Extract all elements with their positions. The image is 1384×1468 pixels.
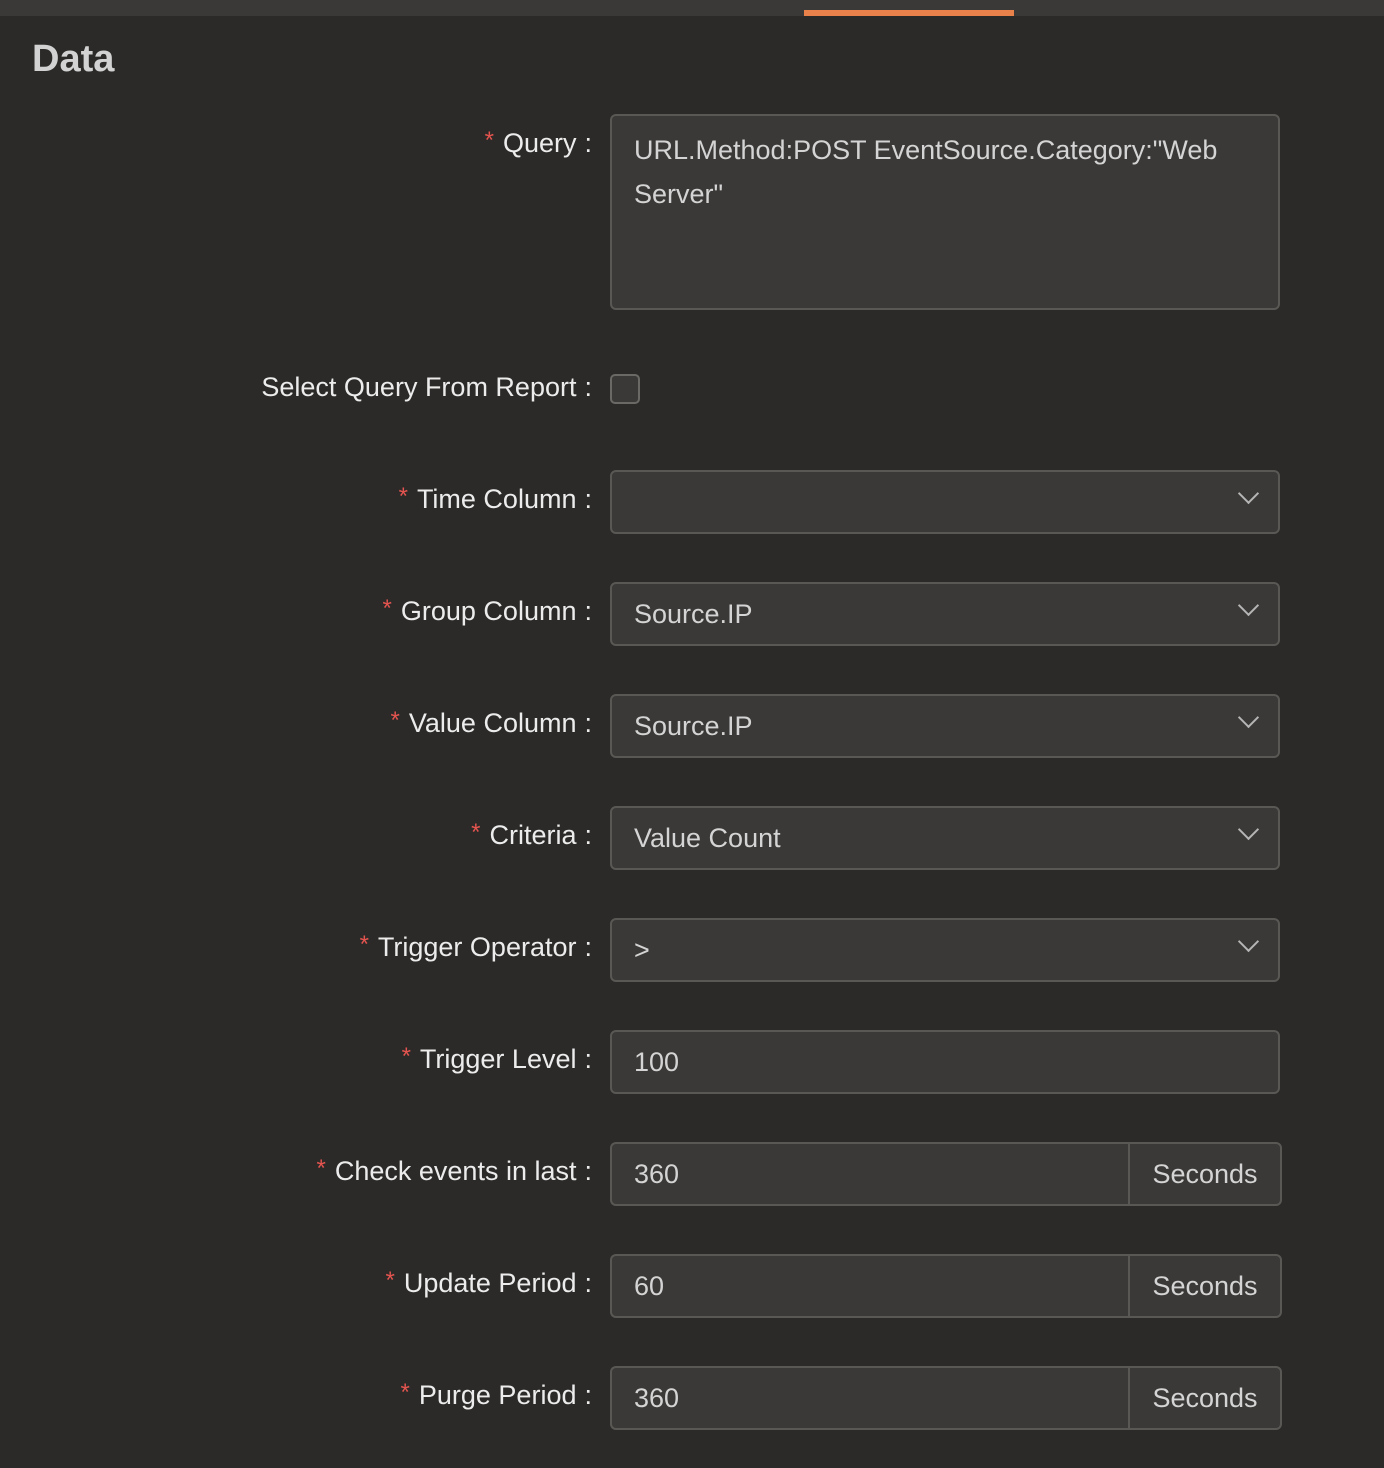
update-period-row: * Update Period : 60 Seconds bbox=[0, 1254, 1384, 1318]
trigger-operator-row: * Trigger Operator : > bbox=[0, 918, 1384, 982]
check-events-label: * Check events in last : bbox=[316, 1154, 592, 1187]
trigger-operator-value: > bbox=[634, 934, 650, 965]
purge-period-input[interactable]: 360 bbox=[610, 1366, 1128, 1430]
purge-period-input-group: 360 Seconds bbox=[610, 1366, 1282, 1430]
purge-period-unit: Seconds bbox=[1128, 1366, 1282, 1430]
criteria-value: Value Count bbox=[634, 822, 781, 853]
chevron-down-icon bbox=[1237, 930, 1260, 953]
time-column-row: * Time Column : bbox=[0, 470, 1384, 534]
trigger-level-label: * Trigger Level : bbox=[401, 1042, 592, 1075]
check-events-unit: Seconds bbox=[1128, 1142, 1282, 1206]
group-column-select[interactable]: Source.IP bbox=[610, 582, 1280, 646]
update-period-label: * Update Period : bbox=[385, 1266, 592, 1299]
group-column-row: * Group Column : Source.IP bbox=[0, 582, 1384, 646]
time-column-select[interactable] bbox=[610, 470, 1280, 534]
trigger-level-row: * Trigger Level : 100 bbox=[0, 1030, 1384, 1094]
query-label: * Query : bbox=[484, 126, 592, 159]
select-query-from-report-row: Select Query From Report : bbox=[0, 372, 1384, 406]
update-period-input[interactable]: 60 bbox=[610, 1254, 1128, 1318]
query-row: * Query : URL.Method:POST EventSource.Ca… bbox=[0, 114, 1384, 310]
select-query-from-report-label: Select Query From Report : bbox=[261, 372, 592, 402]
section-title: Data bbox=[32, 38, 115, 80]
purge-period-label: * Purge Period : bbox=[400, 1378, 592, 1411]
trigger-operator-label: * Trigger Operator : bbox=[359, 930, 592, 963]
chevron-down-icon bbox=[1237, 706, 1260, 729]
trigger-operator-select[interactable]: > bbox=[610, 918, 1280, 982]
chevron-down-icon bbox=[1237, 594, 1260, 617]
group-column-value: Source.IP bbox=[634, 598, 753, 629]
time-column-label: * Time Column : bbox=[398, 482, 592, 515]
trigger-level-input[interactable]: 100 bbox=[610, 1030, 1280, 1094]
query-textarea[interactable]: URL.Method:POST EventSource.Category:"We… bbox=[610, 114, 1280, 310]
check-events-input-group: 360 Seconds bbox=[610, 1142, 1282, 1206]
required-marker: * bbox=[484, 126, 494, 154]
group-column-label: * Group Column : bbox=[382, 594, 592, 627]
value-column-row: * Value Column : Source.IP bbox=[0, 694, 1384, 758]
check-events-row: * Check events in last : 360 Seconds bbox=[0, 1142, 1384, 1206]
value-column-select[interactable]: Source.IP bbox=[610, 694, 1280, 758]
criteria-row: * Criteria : Value Count bbox=[0, 806, 1384, 870]
select-query-from-report-checkbox[interactable] bbox=[610, 374, 640, 404]
value-column-value: Source.IP bbox=[634, 710, 753, 741]
active-tab-indicator bbox=[804, 10, 1014, 16]
value-column-label: * Value Column : bbox=[390, 706, 592, 739]
criteria-label: * Criteria : bbox=[471, 818, 592, 851]
chevron-down-icon bbox=[1237, 818, 1260, 841]
update-period-unit: Seconds bbox=[1128, 1254, 1282, 1318]
chevron-down-icon bbox=[1237, 482, 1260, 505]
update-period-input-group: 60 Seconds bbox=[610, 1254, 1282, 1318]
purge-period-row: * Purge Period : 360 Seconds bbox=[0, 1366, 1384, 1430]
criteria-select[interactable]: Value Count bbox=[610, 806, 1280, 870]
check-events-input[interactable]: 360 bbox=[610, 1142, 1128, 1206]
top-tab-bar bbox=[0, 0, 1384, 16]
